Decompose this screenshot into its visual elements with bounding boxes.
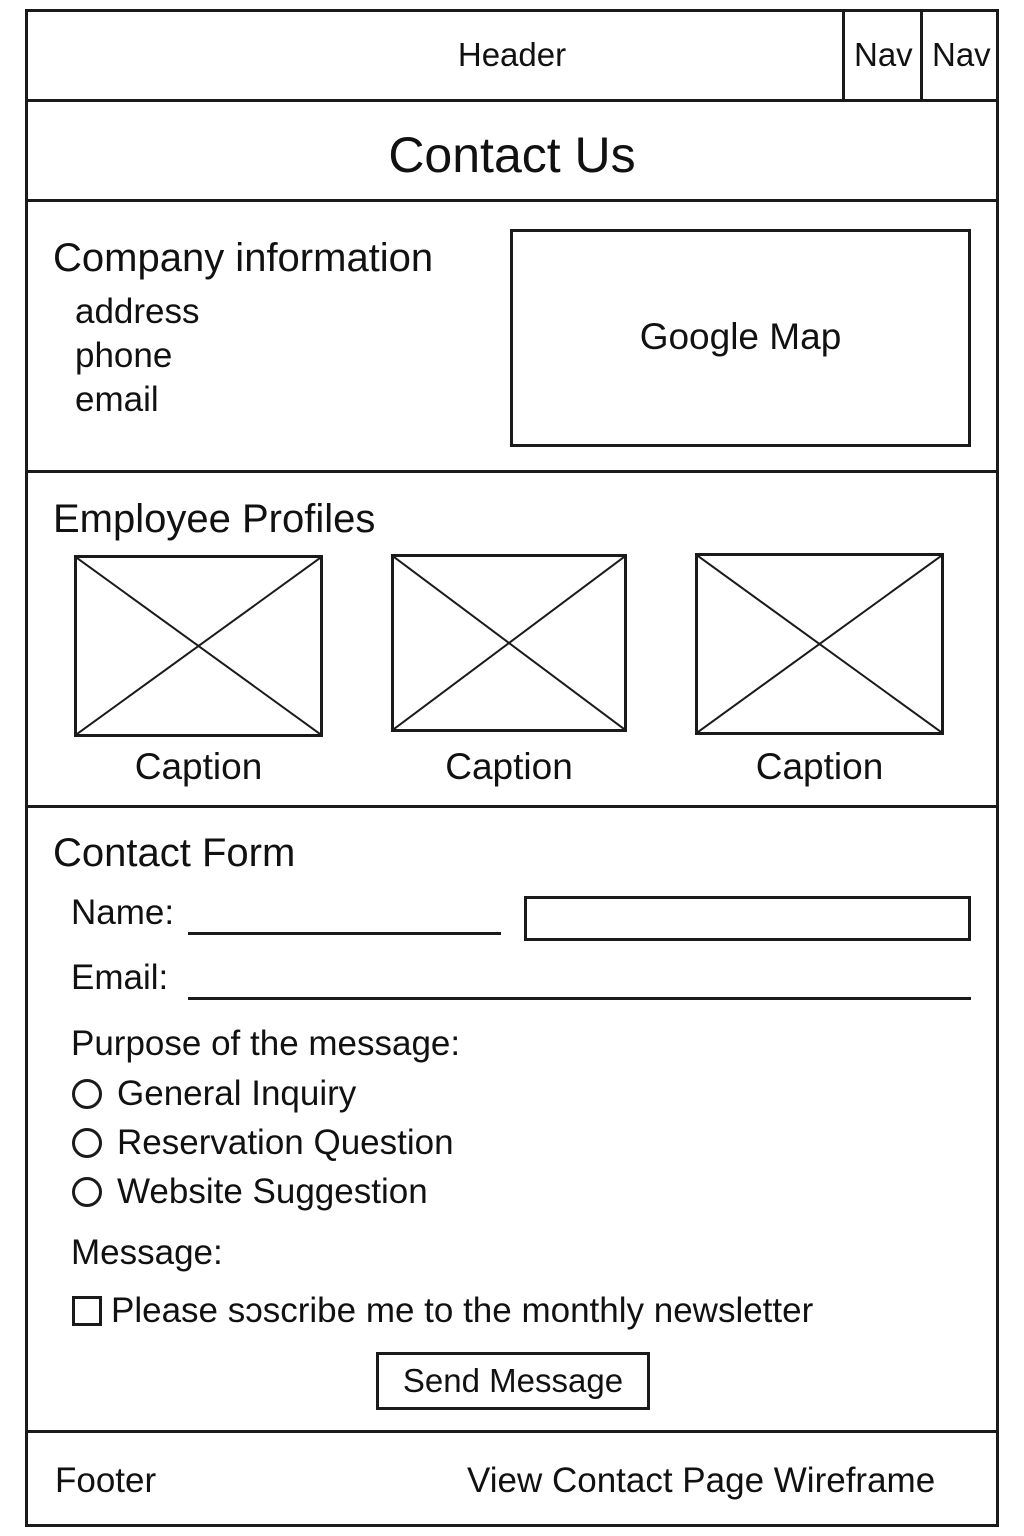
employee-photo-placeholder — [695, 553, 944, 735]
employee-caption: Caption — [445, 746, 573, 787]
name-box-input[interactable] — [524, 896, 971, 941]
title-divider — [25, 199, 999, 202]
company-address: address — [75, 292, 200, 331]
google-map[interactable]: Google Map — [510, 229, 971, 447]
footer-link[interactable]: View Contact Page Wireframe — [467, 1461, 935, 1501]
nav-link-1[interactable]: Nav — [854, 36, 913, 74]
nav-link-2[interactable]: Nav — [932, 36, 991, 74]
image-placeholder-icon — [698, 556, 941, 732]
radio-reservation-question[interactable] — [72, 1128, 102, 1158]
employee-caption: Caption — [755, 746, 884, 787]
employee-photo-placeholder — [74, 555, 323, 737]
email-input[interactable] — [188, 961, 971, 1000]
send-message-button[interactable]: Send Message — [376, 1352, 650, 1410]
company-divider — [25, 470, 999, 473]
employee-caption: Caption — [134, 746, 263, 787]
company-email: email — [75, 380, 159, 419]
header-divider — [25, 99, 999, 102]
image-placeholder-icon — [394, 557, 624, 729]
radio-label-website-suggestion: Website Suggestion — [117, 1172, 428, 1211]
email-label: Email: — [71, 958, 169, 997]
company-info-heading: Company information — [53, 236, 434, 280]
message-label: Message: — [71, 1233, 223, 1272]
name-label: Name: — [71, 893, 175, 932]
google-map-label: Google Map — [639, 316, 842, 357]
contact-form-heading: Contact Form — [53, 831, 296, 875]
form-divider — [25, 1430, 999, 1433]
newsletter-checkbox[interactable] — [72, 1296, 102, 1326]
radio-general-inquiry[interactable] — [72, 1079, 102, 1109]
image-placeholder-icon — [77, 558, 320, 734]
name-input[interactable] — [188, 897, 501, 935]
radio-label-general-inquiry: General Inquiry — [117, 1074, 357, 1113]
employee-profiles-heading: Employee Profiles — [53, 497, 376, 541]
company-phone: phone — [75, 336, 173, 375]
page-title: Contact Us — [388, 127, 636, 183]
employees-divider — [25, 805, 999, 808]
employee-photo-placeholder — [391, 554, 627, 732]
radio-label-reservation-question: Reservation Question — [117, 1123, 454, 1162]
purpose-label: Purpose of the message: — [71, 1024, 461, 1063]
newsletter-label: Please sᴐscribe me to the monthly newsle… — [111, 1291, 814, 1330]
footer-label: Footer — [55, 1461, 157, 1500]
radio-website-suggestion[interactable] — [72, 1177, 102, 1207]
